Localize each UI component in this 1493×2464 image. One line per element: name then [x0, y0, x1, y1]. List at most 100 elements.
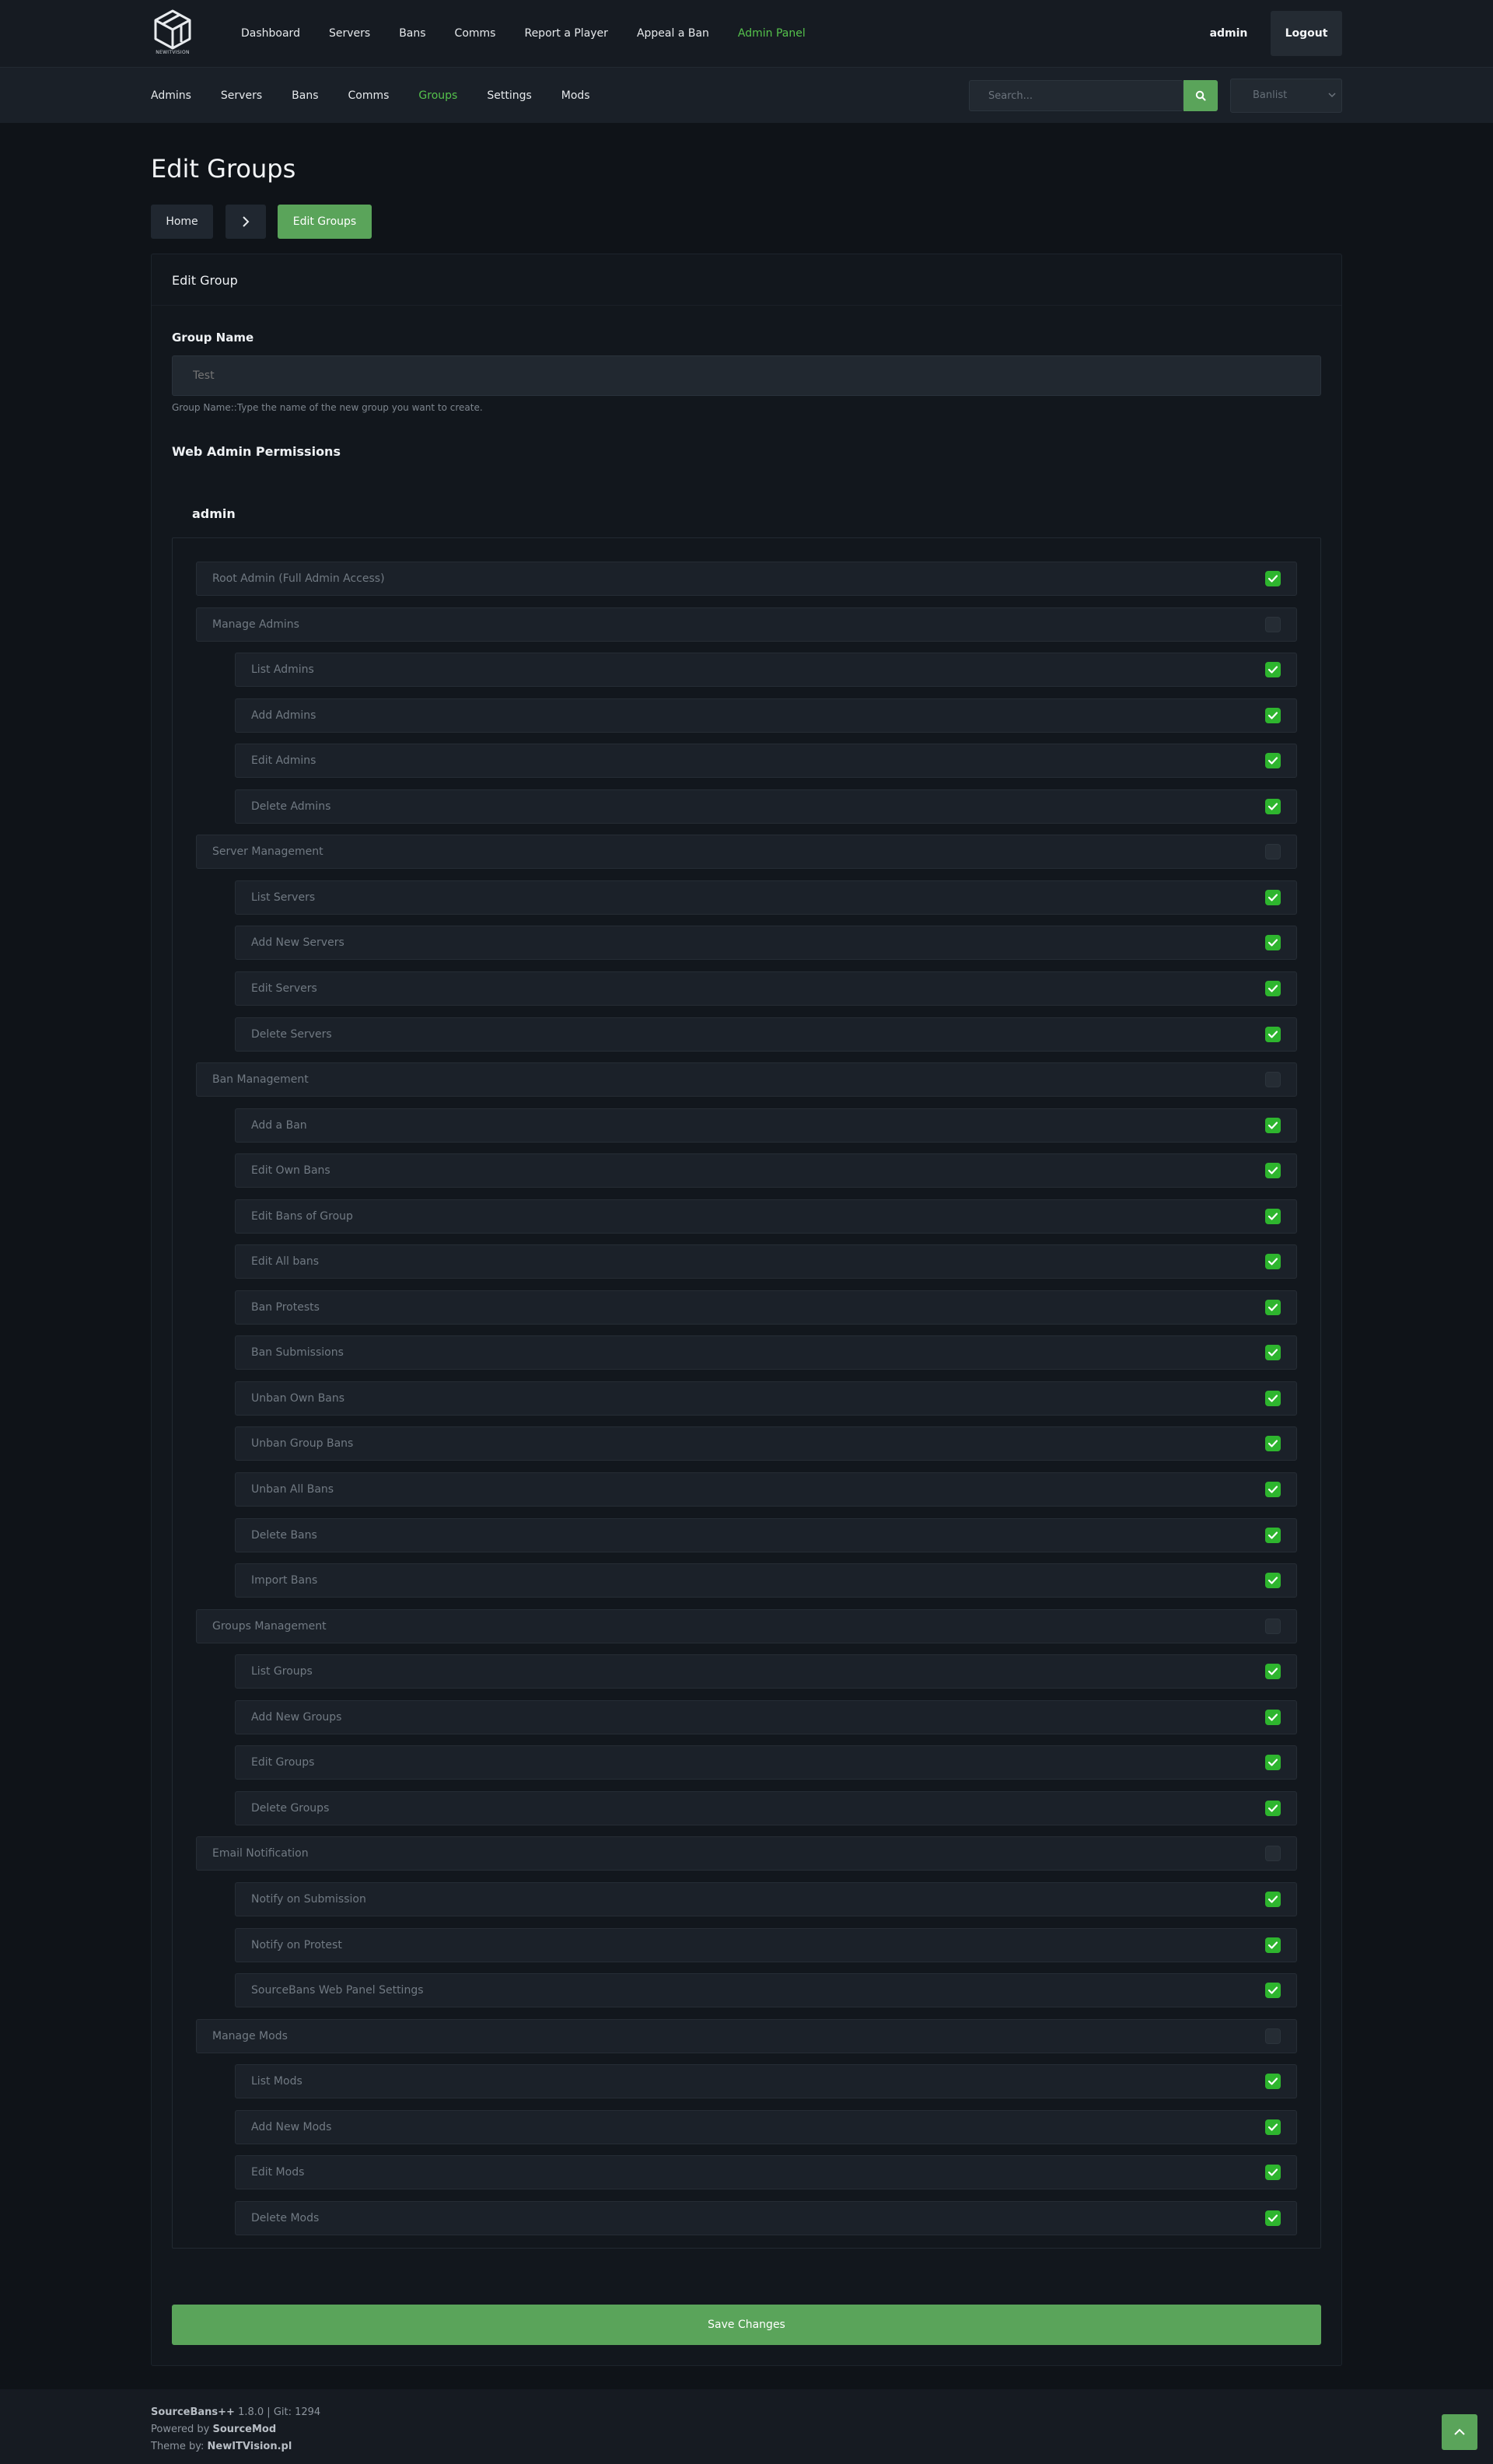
permission-checkbox[interactable] — [1265, 708, 1281, 723]
permission-checkbox[interactable] — [1265, 2119, 1281, 2135]
nav-servers[interactable]: Servers — [329, 27, 370, 40]
nav-comms[interactable]: Comms — [455, 27, 496, 40]
permission-checkbox[interactable] — [1265, 1937, 1281, 1953]
permission-checkbox[interactable] — [1265, 1983, 1281, 1998]
permission-checkbox[interactable] — [1265, 1619, 1281, 1634]
permission-row[interactable]: Manage Admins — [196, 607, 1297, 642]
permission-row[interactable]: Notify on Submission — [235, 1882, 1297, 1916]
permission-row[interactable]: Add New Mods — [235, 2110, 1297, 2144]
search-input[interactable] — [969, 80, 1184, 111]
permission-checkbox[interactable] — [1265, 1482, 1281, 1497]
permission-row[interactable]: Notify on Protest — [235, 1928, 1297, 1962]
permission-row[interactable]: List Mods — [235, 2064, 1297, 2098]
permission-row[interactable]: List Admins — [235, 653, 1297, 687]
permission-checkbox[interactable] — [1265, 2165, 1281, 2180]
permission-row[interactable]: Root Admin (Full Admin Access) — [196, 562, 1297, 596]
permission-checkbox[interactable] — [1265, 2210, 1281, 2226]
permission-row[interactable]: Add New Servers — [235, 926, 1297, 960]
subnav-servers[interactable]: Servers — [221, 89, 262, 102]
permission-row[interactable]: Edit Servers — [235, 971, 1297, 1006]
save-changes-button[interactable]: Save Changes — [172, 2305, 1321, 2345]
permission-checkbox[interactable] — [1265, 1118, 1281, 1133]
subnav-settings[interactable]: Settings — [487, 89, 531, 102]
permission-row[interactable]: List Servers — [235, 880, 1297, 915]
logout-button[interactable]: Logout — [1271, 11, 1342, 56]
permission-row[interactable]: Edit All bans — [235, 1244, 1297, 1279]
permission-checkbox[interactable] — [1265, 1528, 1281, 1543]
permission-checkbox[interactable] — [1265, 2074, 1281, 2089]
permission-row[interactable]: Edit Bans of Group — [235, 1199, 1297, 1234]
permission-row[interactable]: Ban Protests — [235, 1290, 1297, 1325]
permission-checkbox[interactable] — [1265, 1254, 1281, 1269]
permission-row[interactable]: Add New Groups — [235, 1700, 1297, 1734]
permission-checkbox[interactable] — [1265, 844, 1281, 859]
search-button[interactable] — [1184, 80, 1218, 111]
footer-powered-by[interactable]: SourceMod — [213, 2424, 277, 2435]
permission-row[interactable]: Delete Bans — [235, 1518, 1297, 1552]
group-name-input[interactable] — [172, 355, 1321, 396]
permission-row[interactable]: List Groups — [235, 1654, 1297, 1689]
permission-checkbox[interactable] — [1265, 1892, 1281, 1907]
permission-row[interactable]: Edit Mods — [235, 2155, 1297, 2189]
scroll-to-top-button[interactable] — [1442, 2414, 1477, 2450]
permission-row[interactable]: Server Management — [196, 835, 1297, 869]
breadcrumb-current[interactable]: Edit Groups — [278, 205, 372, 239]
permission-checkbox[interactable] — [1265, 890, 1281, 905]
permission-row[interactable]: Delete Groups — [235, 1791, 1297, 1825]
subnav-mods[interactable]: Mods — [561, 89, 590, 102]
permission-row[interactable]: Unban Own Bans — [235, 1381, 1297, 1416]
permission-checkbox[interactable] — [1265, 1664, 1281, 1679]
nav-admin-panel[interactable]: Admin Panel — [738, 27, 806, 40]
breadcrumb-home[interactable]: Home — [151, 205, 213, 239]
permission-checkbox[interactable] — [1265, 571, 1281, 586]
nav-dashboard[interactable]: Dashboard — [241, 27, 300, 40]
permission-checkbox[interactable] — [1265, 935, 1281, 950]
subnav-admins[interactable]: Admins — [151, 89, 191, 102]
subnav-comms[interactable]: Comms — [348, 89, 390, 102]
permission-row[interactable]: Edit Admins — [235, 744, 1297, 778]
permission-checkbox[interactable] — [1265, 1300, 1281, 1315]
permission-checkbox[interactable] — [1265, 2028, 1281, 2044]
permission-checkbox[interactable] — [1265, 753, 1281, 768]
subnav-bans[interactable]: Bans — [292, 89, 318, 102]
permission-checkbox[interactable] — [1265, 1710, 1281, 1725]
permission-checkbox[interactable] — [1265, 1573, 1281, 1588]
permission-row[interactable]: Unban All Bans — [235, 1472, 1297, 1507]
user-menu[interactable]: admin — [1198, 0, 1260, 67]
search-type-select[interactable]: Banlist — [1230, 79, 1342, 113]
nav-appeal-ban[interactable]: Appeal a Ban — [637, 27, 709, 40]
nav-bans[interactable]: Bans — [399, 27, 425, 40]
permission-checkbox[interactable] — [1265, 617, 1281, 632]
subnav-groups[interactable]: Groups — [418, 89, 457, 102]
permission-checkbox[interactable] — [1265, 1801, 1281, 1816]
permission-row[interactable]: Ban Management — [196, 1062, 1297, 1097]
permission-row[interactable]: Add Admins — [235, 698, 1297, 733]
permission-row[interactable]: Email Notification — [196, 1836, 1297, 1871]
permission-row[interactable]: Unban Group Bans — [235, 1426, 1297, 1461]
permission-checkbox[interactable] — [1265, 662, 1281, 677]
permission-checkbox[interactable] — [1265, 1027, 1281, 1042]
permission-row[interactable]: Groups Management — [196, 1609, 1297, 1643]
nav-report-player[interactable]: Report a Player — [524, 27, 607, 40]
permission-row[interactable]: Manage Mods — [196, 2019, 1297, 2053]
permission-checkbox[interactable] — [1265, 1391, 1281, 1406]
permission-checkbox[interactable] — [1265, 1345, 1281, 1360]
permission-checkbox[interactable] — [1265, 1209, 1281, 1224]
permission-checkbox[interactable] — [1265, 1436, 1281, 1451]
permission-checkbox[interactable] — [1265, 799, 1281, 814]
permission-row[interactable]: Edit Own Bans — [235, 1153, 1297, 1188]
permission-row[interactable]: Ban Submissions — [235, 1335, 1297, 1370]
permission-checkbox[interactable] — [1265, 1072, 1281, 1087]
permission-row[interactable]: Edit Groups — [235, 1745, 1297, 1780]
permission-row[interactable]: Delete Admins — [235, 789, 1297, 824]
footer-theme-by[interactable]: NewITVision.pl — [208, 2441, 292, 2452]
permission-checkbox[interactable] — [1265, 1163, 1281, 1178]
permission-checkbox[interactable] — [1265, 1846, 1281, 1861]
permission-row[interactable]: Import Bans — [235, 1563, 1297, 1598]
permission-row[interactable]: Add a Ban — [235, 1108, 1297, 1143]
permission-row[interactable]: Delete Mods — [235, 2201, 1297, 2235]
permission-checkbox[interactable] — [1265, 981, 1281, 996]
permission-checkbox[interactable] — [1265, 1755, 1281, 1770]
permission-row[interactable]: Delete Servers — [235, 1017, 1297, 1052]
permission-row[interactable]: SourceBans Web Panel Settings — [235, 1973, 1297, 2007]
